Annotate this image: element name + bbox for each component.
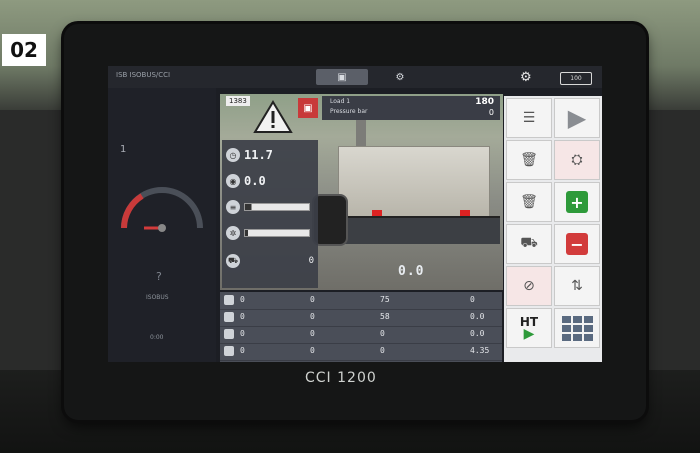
counter-row: ⛟ 0 [226,250,314,272]
tail-light-right [460,210,470,216]
level-bar-1 [244,203,310,211]
table-row: 0 0 0 4.35 [220,343,502,361]
alarm-tile[interactable]: ▣ [298,98,318,118]
play-button[interactable]: ▶ [554,98,600,138]
data-table: 0 0 75 0 0 0 58 0.0 0 0 0 0.0 0 0 0 4.35 [220,292,502,362]
plus-icon: + [566,191,588,213]
calibration-button[interactable]: ☰ [506,98,552,138]
table-row: 0 0 0 0.0 [220,326,502,344]
rate-value: 0.0 [244,174,266,188]
tab-tools[interactable]: ⚙ [374,69,426,85]
minus-icon: − [566,233,588,255]
menu-grid-button[interactable] [554,308,600,348]
row-icon [224,312,234,322]
status-bar: ISB ISOBUS/CCI ▣ ⚙ ⚙ 100 [108,66,602,88]
speedometer-gauge [121,187,203,232]
tab-camera[interactable]: ▣ [316,69,368,85]
gauge-number: 1 [120,144,127,155]
tail-light-left [372,210,382,216]
grid-icon [561,315,593,341]
decrease-button[interactable]: − [554,224,600,264]
warning-icon[interactable] [253,100,293,134]
bin-button[interactable]: 🗑 [506,140,552,180]
speed-icon: ◷ [226,148,240,162]
machine-status-button[interactable]: ⛭ [554,140,600,180]
info-bar: Load 1 Pressure bar 180 0 [322,96,500,120]
counter-badge: 1383 [226,96,250,106]
transport-button[interactable]: ⇅ [554,266,600,306]
ht-button[interactable]: HT ▶ [506,308,552,348]
speed-row: ◷ 11.7 [226,144,314,166]
info-value-2: 0 [488,108,494,117]
rate-icon: ◉ [226,174,240,188]
row-icon [224,295,234,305]
level-bar-2 [244,229,310,237]
speed-value: 11.7 [244,148,273,162]
ht-label: HT ▶ [519,315,539,342]
machine-data-panel: ◷ 11.7 ◉ 0.0 ≡ ✲ ⛟ 0 [222,140,318,288]
status-title: ISB ISOBUS/CCI [116,71,171,79]
disable-button[interactable]: ⊘ [506,266,552,306]
level-icon: ≡ [226,200,240,214]
level-row-2: ✲ [226,222,314,244]
gear-icon[interactable]: ⚙ [520,70,532,85]
counter-value: 0 [308,256,314,266]
table-row: 0 0 75 0 [220,292,502,310]
level-row-1: ≡ [226,196,314,218]
gear-small-icon: ✲ [226,226,240,240]
battery-indicator: 100 [560,72,592,85]
info-value-1: 180 [475,97,494,107]
tractor-button[interactable]: ⛟ [506,224,552,264]
terminal-brand: CCI 1200 [305,370,377,386]
image-number-badge: 02 [2,34,46,66]
trailer-body [338,146,490,218]
camera-value: 0.0 [398,264,425,279]
gauge-label: ISOBUS [146,294,169,301]
table-row: 0 0 58 0.0 [220,309,502,327]
info-line-1: Load 1 [330,98,351,105]
row-icon [224,346,234,356]
gauge-panel: 1 ? ISOBUS 0:00 [108,88,216,362]
increase-button[interactable]: + [554,182,600,222]
help-icon[interactable]: ? [156,270,162,283]
terminal-screen: ISB ISOBUS/CCI ▣ ⚙ ⚙ 100 1 ? ISOBUS 0:00… [108,66,602,362]
rate-row: ◉ 0.0 [226,170,314,192]
row-icon [224,329,234,339]
tractor-icon: ⛟ [226,254,240,268]
softkey-column: ☰ ▶ 🗑 ⛭ 🗑 + ⛟ − ⊘ ⇅ HT ▶ [504,96,602,362]
bin-empty-button[interactable]: 🗑 [506,182,552,222]
gauge-time: 0:00 [150,334,164,341]
info-line-2: Pressure bar [330,108,368,115]
